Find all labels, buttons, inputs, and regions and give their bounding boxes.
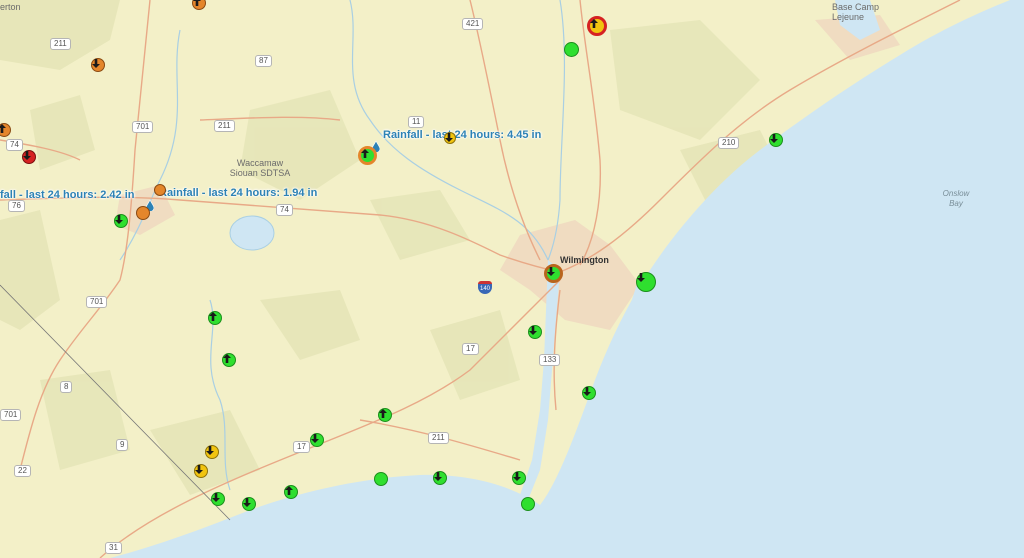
rainfall-label: fall - last 24 hours: 2.42 in [0,189,135,201]
stream-gauge-orange[interactable] [136,206,150,220]
route-shield: 701 [0,409,22,421]
stream-gauge-green-down[interactable] [433,471,447,485]
arrow-down-icon [212,493,220,502]
arrow-up-icon [590,19,598,28]
arrow-down-icon [434,472,442,481]
route-shield: 74 [6,139,23,151]
arrow-down-icon [206,446,214,455]
arrow-down-icon [637,273,645,282]
place-label-base-camp-lejeune: Base Camp Lejeune [832,2,880,22]
route-shield: 22 [14,465,31,477]
arrow-up-icon [209,312,217,321]
place-label-erton: erton [0,2,21,12]
arrow-up-icon [0,124,6,133]
stream-gauge-green-down[interactable] [528,325,542,339]
route-shield: 31 [105,542,122,554]
route-shield: 11 [408,116,425,128]
stream-gauge-ring-darkorange-down[interactable] [544,264,563,283]
rivers [119,0,566,491]
stream-gauge-green[interactable] [564,42,579,57]
stream-gauge-green-down[interactable] [310,433,324,447]
stream-gauge-green-down[interactable] [636,272,656,292]
stream-gauge-green-down[interactable] [242,497,256,511]
stream-gauge-green-down[interactable] [512,471,526,485]
arrow-up-icon [285,486,293,495]
arrow-down-icon [547,267,555,276]
arrow-down-icon [513,472,521,481]
stream-gauge-green-up[interactable] [284,485,298,499]
arrow-down-icon [445,133,453,142]
place-label-wilmington: Wilmington [560,255,609,265]
arrow-up-icon [361,149,369,158]
lake-waccamaw [229,215,275,251]
route-shield: 701 [86,296,108,308]
stream-gauge-green-up[interactable] [378,408,392,422]
route-shield: 17 [462,343,479,355]
stream-gauge-green-down[interactable] [582,386,596,400]
county-boundary [0,284,231,521]
stream-gauge-yellow-down[interactable] [444,132,456,144]
rainfall-label: Rainfall - last 24 hours: 1.94 in [159,187,318,199]
arrow-up-icon [379,409,387,418]
stream-gauge-green-up[interactable] [208,311,222,325]
stream-gauge-ring-red-up[interactable] [587,16,607,36]
rainfall-label: Rainfall - last 24 hours: 4.45 in [383,129,542,141]
route-shield: 87 [255,55,272,67]
arrow-down-icon [529,326,537,335]
arrow-up-icon [193,0,201,6]
arrow-down-icon [23,151,31,160]
route-shield: 421 [462,18,484,30]
route-shield: 74 [276,204,293,216]
arrow-down-icon [115,215,123,224]
arrow-down-icon [770,134,778,143]
arrow-down-icon [583,387,591,396]
route-shield: 133 [539,354,561,366]
stream-gauge-yellow-down[interactable] [194,464,208,478]
map-view[interactable]: erton Base Camp Lejeune Waccamaw Siouan … [0,0,1024,558]
stream-gauge-green[interactable] [521,497,535,511]
stream-gauge-yellow-down[interactable] [205,445,219,459]
route-shield: 701 [132,121,154,133]
stream-gauge-red-down[interactable] [22,150,36,164]
stream-gauge-green-down[interactable] [769,133,783,147]
arrow-down-icon [243,498,251,507]
route-shield: 9 [116,439,129,451]
arrow-down-icon [311,434,319,443]
place-label-waccamaw-siouan: Waccamaw Siouan SDTSA [229,158,291,178]
stream-gauge-green-down[interactable] [211,492,225,506]
arrow-up-icon [223,354,231,363]
arrow-down-icon [195,465,203,474]
stream-gauge-orange-down[interactable] [91,58,105,72]
route-shield: 211 [428,432,449,444]
arrow-down-icon [92,59,100,68]
stream-gauge-orange[interactable] [154,184,166,196]
route-shield: 76 [8,200,25,212]
route-shield: 211 [50,38,71,50]
stream-gauge-green[interactable] [374,472,388,486]
stream-gauge-green-down[interactable] [114,214,128,228]
water-label-onslow-bay: Onslow Bay [942,189,970,208]
route-shield: 8 [60,381,73,393]
route-shield: 211 [214,120,235,132]
stream-gauge-green-up[interactable] [222,353,236,367]
route-shield: 210 [718,137,740,149]
stream-gauge-ring-orange-up[interactable] [358,146,377,165]
route-shield: 17 [293,441,310,453]
